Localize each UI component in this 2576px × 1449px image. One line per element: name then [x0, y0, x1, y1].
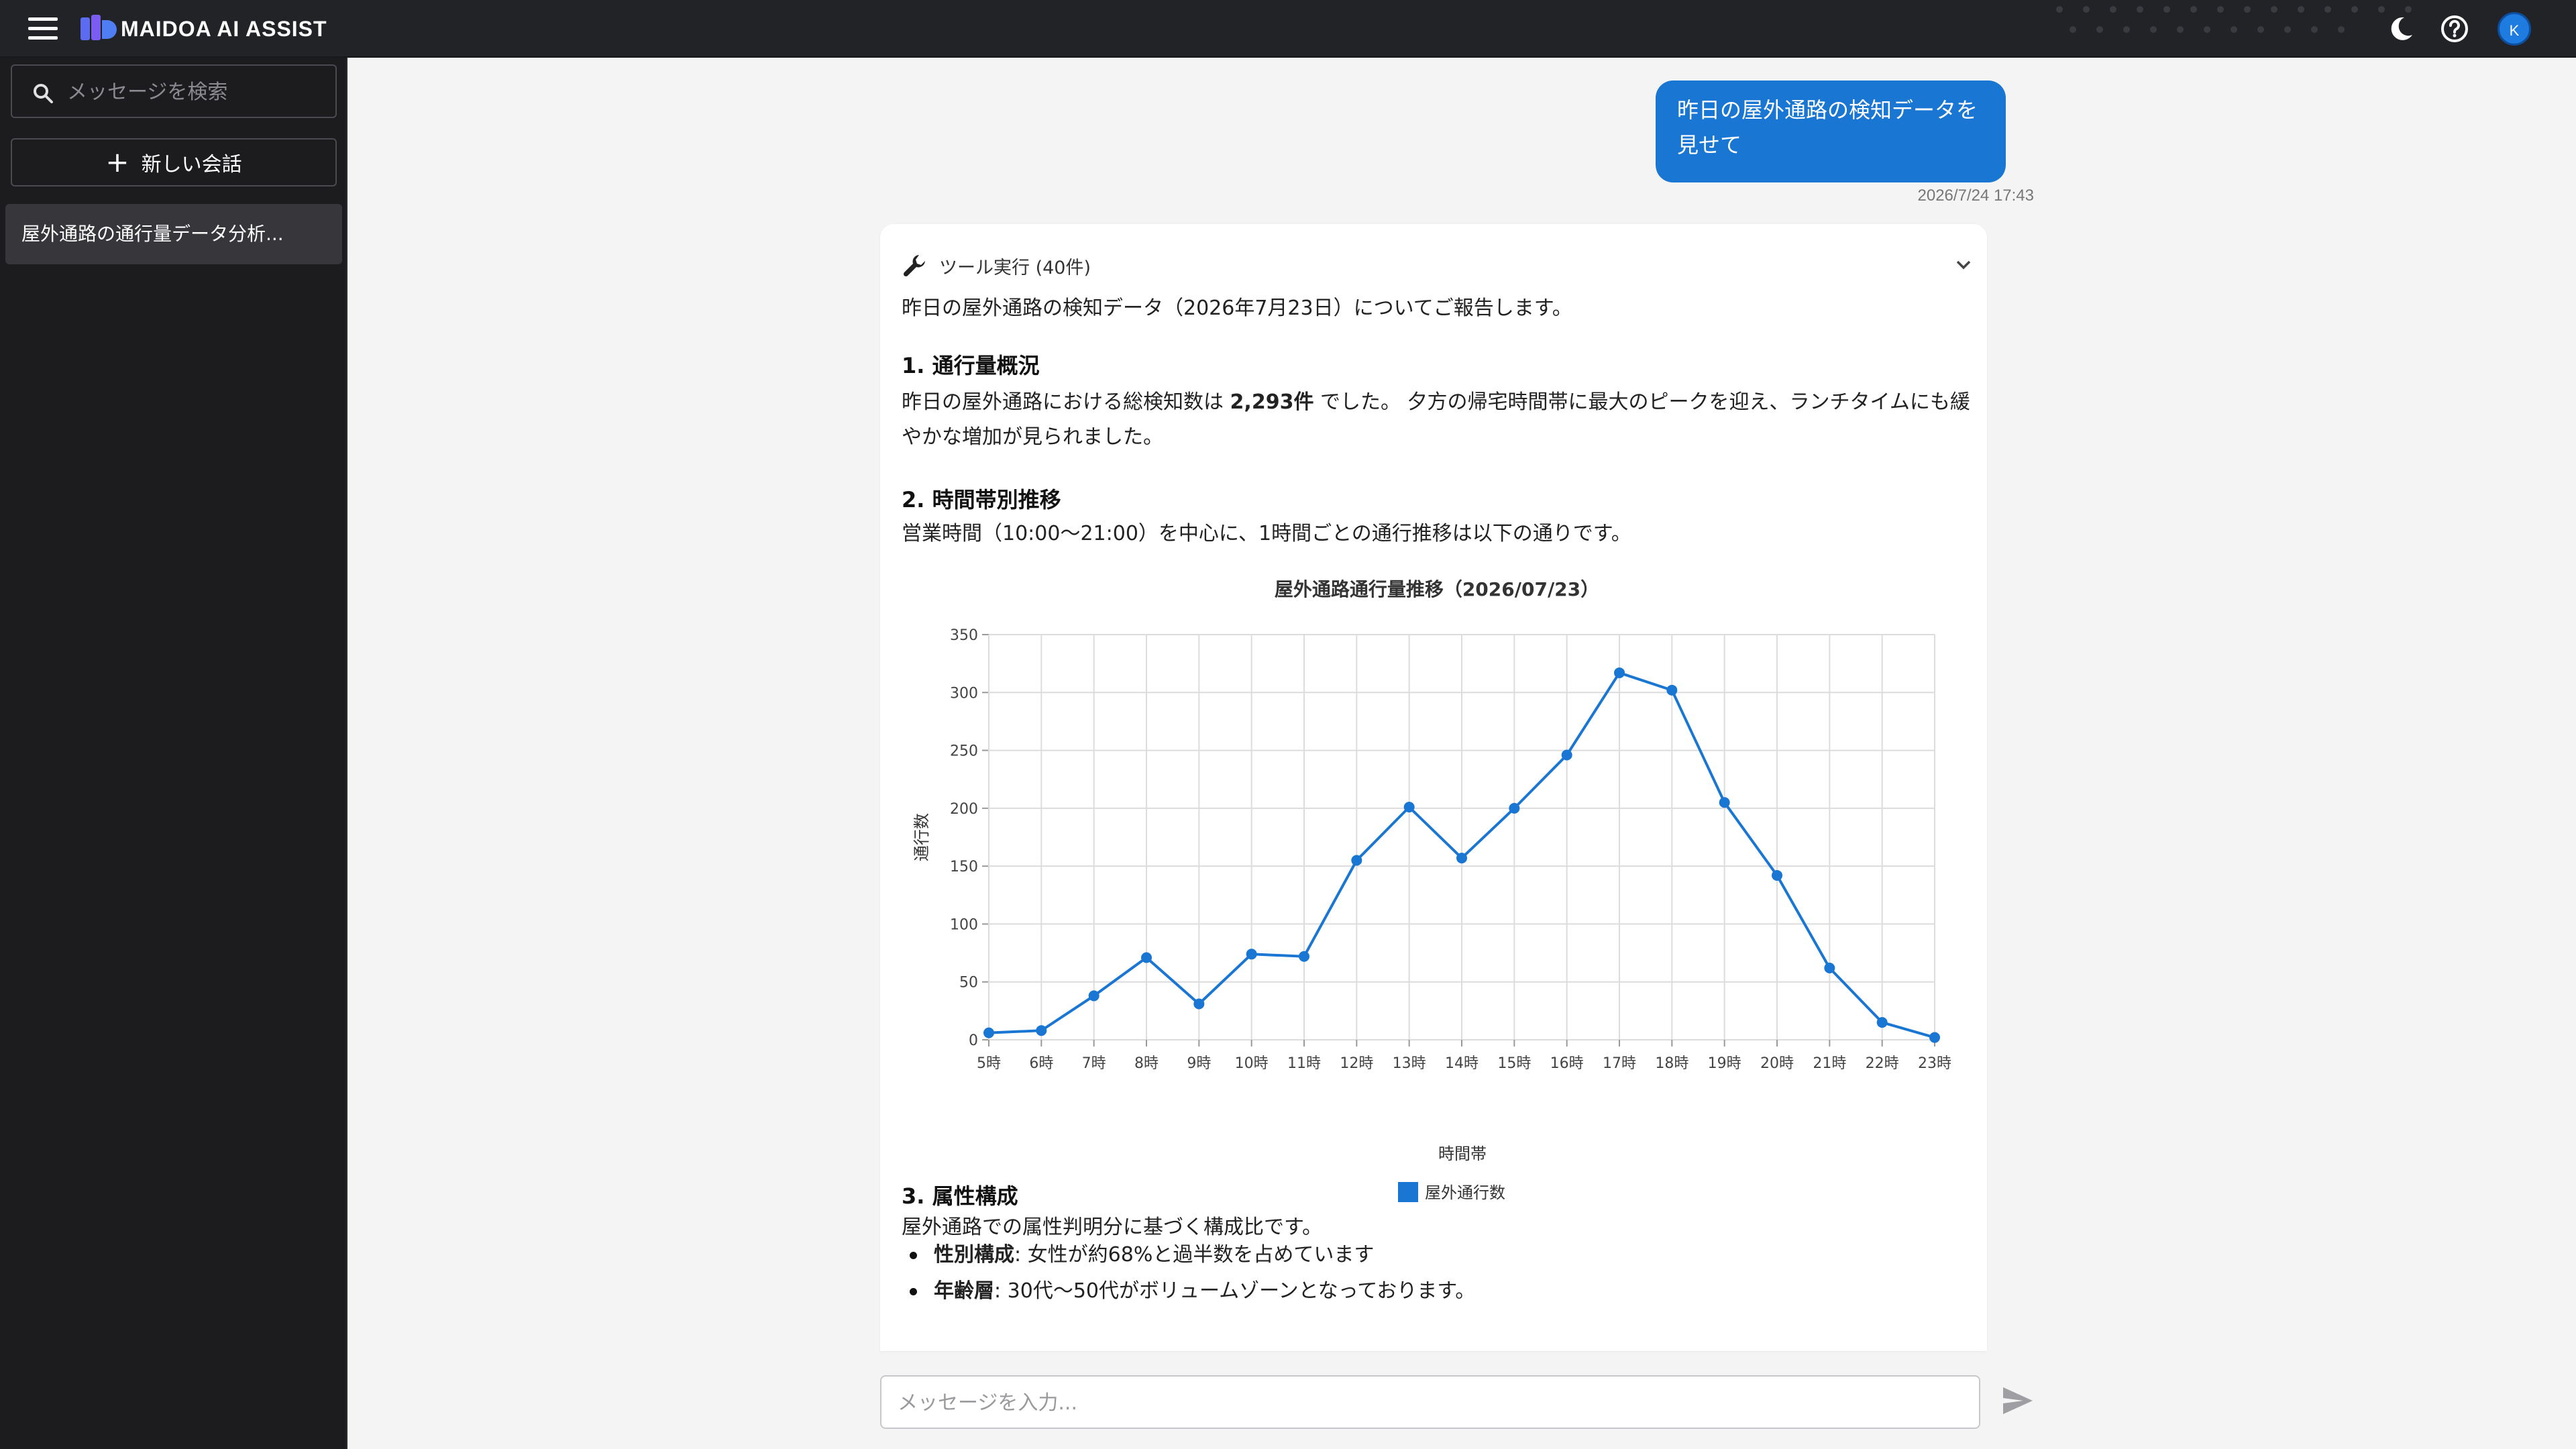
section1-heading: 1. 通行量概況	[902, 353, 1040, 378]
intro-text: 昨日の屋外通路の検知データ（2026年7月23日）についてご報告します。	[902, 297, 1572, 320]
message-input-box[interactable]	[880, 1375, 1980, 1429]
new-chat-label: 新しい会話	[141, 153, 242, 176]
section2-heading: 2. 時間帯別推移	[902, 487, 1061, 513]
x-tick-label: 9時	[1187, 1055, 1211, 1072]
data-point	[1561, 749, 1572, 761]
y-tick-label: 0	[969, 1032, 978, 1049]
x-tick-label: 16時	[1550, 1055, 1584, 1072]
plus-icon: +	[105, 146, 129, 178]
message-timestamp: 2026/7/24 17:43	[1917, 186, 2035, 205]
x-tick-label: 15時	[1497, 1055, 1531, 1072]
y-tick-label: 300	[950, 685, 978, 702]
new-chat-button[interactable]: + 新しい会話	[11, 138, 337, 186]
x-tick-label: 14時	[1445, 1055, 1479, 1072]
chevron-down-icon[interactable]	[1953, 255, 1974, 275]
x-axis-label: 時間帯	[1438, 1144, 1487, 1163]
x-tick-label: 20時	[1760, 1055, 1794, 1072]
sidebar: + 新しい会話 屋外通路の通行量データ分析...	[0, 58, 347, 1449]
traffic-line-chart: 屋外通路通行量推移（2026/07/23） 0 50 100 150 200 250 300…	[912, 578, 1951, 1202]
user-avatar[interactable]: K	[2498, 12, 2531, 46]
data-point	[1351, 855, 1362, 866]
app-brand: MAIDOA AI ASSIST	[121, 17, 327, 41]
data-point	[1509, 802, 1520, 814]
x-tick-label: 17時	[1603, 1055, 1636, 1072]
data-point	[1141, 952, 1152, 963]
help-icon[interactable]	[2439, 13, 2470, 44]
data-point	[1876, 1017, 1888, 1028]
list-item: 性別構成: 女性が約68%と過半数を占めています	[902, 1237, 1475, 1273]
x-tick-label: 22時	[1866, 1055, 1899, 1072]
data-point	[1403, 802, 1415, 813]
y-axis-label: 通行数	[912, 813, 931, 861]
data-point	[1088, 990, 1099, 1002]
send-icon[interactable]	[2000, 1383, 2035, 1418]
y-tick-label: 350	[950, 627, 978, 644]
user-message-bubble: 昨日の屋外通路の検知データを見せて	[1656, 80, 2006, 182]
data-point	[1299, 951, 1309, 962]
x-tick-label: 10時	[1235, 1055, 1269, 1072]
x-tick-label: 12時	[1340, 1055, 1373, 1072]
y-tick-label: 250	[950, 743, 978, 760]
section3-heading: 3. 属性構成	[902, 1183, 1018, 1209]
message-search[interactable]	[11, 64, 337, 118]
conversation-item[interactable]: 屋外通路の通行量データ分析...	[5, 204, 342, 264]
x-tick-label: 23時	[1918, 1055, 1951, 1072]
message-input[interactable]	[898, 1383, 1957, 1422]
data-point	[983, 1027, 994, 1038]
chat-area: 昨日の屋外通路の検知データを見せて 2026/7/24 17:43 ツール実行 …	[349, 58, 2576, 1449]
search-input[interactable]	[67, 75, 322, 109]
x-tick-label: 6時	[1029, 1055, 1053, 1072]
x-tick-label: 11時	[1287, 1055, 1321, 1072]
x-tick-label: 7時	[1082, 1055, 1106, 1072]
assistant-message-card: ツール実行 (40件) 昨日の屋外通路の検知データ（2026年7月23日）につい…	[880, 224, 1987, 1351]
y-tick-label: 150	[950, 859, 978, 875]
decorative-dots	[2056, 6, 2412, 33]
x-tick-label: 8時	[1134, 1055, 1159, 1072]
x-tick-label: 19時	[1708, 1055, 1741, 1072]
list-item: 年齢層: 30代〜50代がボリュームゾーンとなっております。	[902, 1273, 1475, 1309]
y-tick-label: 200	[950, 801, 978, 818]
data-point	[1929, 1032, 1940, 1043]
x-tick-label: 5時	[977, 1055, 1001, 1072]
menu-icon[interactable]	[28, 17, 58, 40]
section2-text: 営業時間（10:00〜21:00）を中心に、1時間ごとの通行推移は以下の通りです…	[902, 522, 1631, 545]
tool-execution-label: ツール実行 (40件)	[939, 257, 1091, 278]
tool-execution-toggle[interactable]: ツール実行 (40件)	[902, 251, 1091, 280]
data-point	[1824, 963, 1835, 974]
data-point	[1193, 998, 1205, 1010]
search-icon	[34, 84, 53, 103]
data-point	[1246, 949, 1257, 960]
data-point	[1666, 684, 1678, 696]
data-point	[1614, 667, 1625, 678]
data-point	[1456, 853, 1467, 864]
x-tick-label: 13時	[1393, 1055, 1426, 1072]
y-tick-label: 100	[950, 916, 978, 933]
attribute-list: 性別構成: 女性が約68%と過半数を占めています 年齢層: 30代〜50代がボリ…	[902, 1237, 1475, 1309]
app-logo-icon	[80, 15, 117, 40]
wrench-icon	[903, 255, 925, 277]
section1-text: 昨日の屋外通路における総検知数は 2,293件 でした。 夕方の帰宅時間帯に最大…	[902, 390, 1970, 449]
x-tick-label: 18時	[1655, 1055, 1688, 1072]
chart-title: 屋外通路通行量推移（2026/07/23）	[1275, 578, 1599, 600]
legend-label: 屋外通行数	[1425, 1183, 1505, 1202]
data-point	[1772, 869, 1782, 881]
dark-mode-icon[interactable]	[2385, 13, 2416, 44]
data-point	[1036, 1025, 1047, 1036]
top-app-bar: MAIDOA AI ASSIST K	[0, 0, 2576, 58]
x-tick-label: 21時	[1813, 1055, 1846, 1072]
y-tick-label: 50	[959, 975, 978, 991]
data-point	[1719, 797, 1730, 808]
legend-swatch	[1398, 1182, 1418, 1202]
